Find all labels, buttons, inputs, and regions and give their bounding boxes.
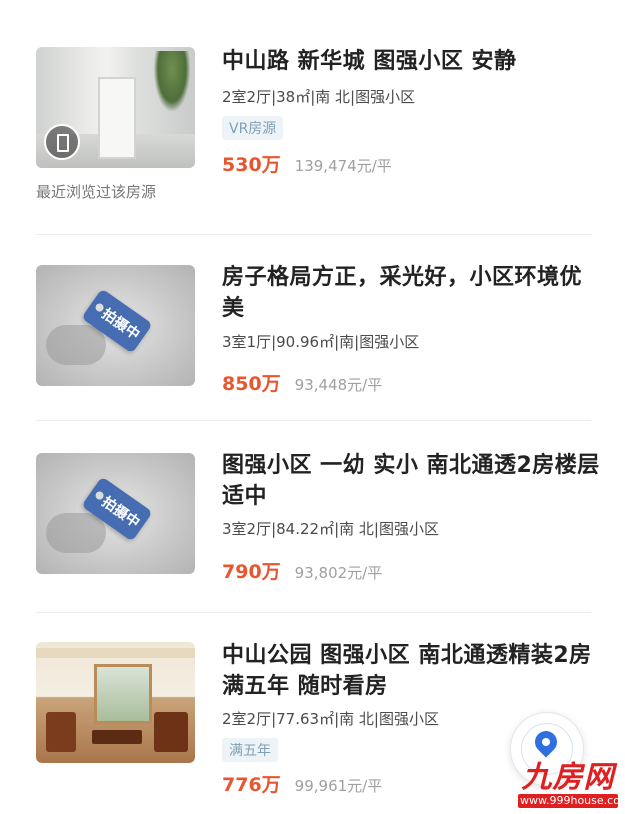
listing-unit-price: 139,474元/平 (294, 157, 392, 175)
listing-price: 776万 (222, 774, 281, 796)
listing-title[interactable]: 中山公园 图强小区 南北通透精装2房 满五年 随时看房 (222, 640, 602, 702)
listing-thumbnail[interactable]: 拍摄中 (36, 453, 195, 574)
listing-feed: 中山路 新华城 图强小区 安静 2室2厅|38㎡|南 北|图强小区 VR房源 5… (0, 0, 625, 814)
listing-thumbnail[interactable] (36, 642, 195, 763)
listing-title[interactable]: 中山路 新华城 图强小区 安静 (222, 46, 602, 77)
recently-viewed-label: 最近浏览过该房源 (36, 183, 157, 201)
door-shape (98, 77, 136, 159)
window-shape (94, 664, 152, 724)
listing-card[interactable]: 拍摄中 房子格局方正，采光好，小区环境优美 3室1厅|90.96㎡|南|图强小区… (0, 240, 625, 420)
five-years-tag: 满五年 (222, 738, 278, 762)
listing-unit-price: 93,448元/平 (294, 376, 383, 394)
vr-icon[interactable] (44, 124, 80, 160)
watermark-logo: 九房网 (521, 760, 615, 795)
listing-meta: 2室2厅|38㎡|南 北|图强小区 (222, 88, 416, 106)
listing-title[interactable]: 图强小区 一幼 实小 南北通透2房楼层适中 (222, 450, 602, 512)
listing-thumbnail[interactable] (36, 47, 195, 168)
ceiling-strip-shape (36, 648, 195, 658)
divider (36, 612, 591, 613)
listing-unit-price: 93,802元/平 (294, 564, 383, 582)
listing-card[interactable]: 拍摄中 图强小区 一幼 实小 南北通透2房楼层适中 3室2厅|84.22㎡|南 … (0, 426, 625, 606)
listing-meta: 2室2厅|77.63㎡|南 北|图强小区 (222, 710, 439, 728)
blurred-shape (46, 325, 106, 365)
sofa-shape (154, 712, 188, 752)
listing-title[interactable]: 房子格局方正，采光好，小区环境优美 (222, 262, 602, 324)
vr-tag: VR房源 (222, 116, 284, 140)
listing-meta: 3室1厅|90.96㎡|南|图强小区 (222, 333, 420, 351)
listing-price: 530万 (222, 154, 281, 176)
table-shape (92, 730, 142, 744)
plant-shape (154, 51, 190, 111)
watermark-site: www.999house.com (518, 794, 625, 808)
listing-meta: 3室2厅|84.22㎡|南 北|图强小区 (222, 520, 439, 538)
blurred-shape (46, 513, 106, 553)
listing-thumbnail[interactable]: 拍摄中 (36, 265, 195, 386)
listing-price: 850万 (222, 373, 281, 395)
sofa-shape (46, 712, 76, 752)
divider (36, 420, 591, 421)
listing-price-row: 790万 93,802元/平 (222, 557, 382, 584)
listing-price: 790万 (222, 561, 281, 583)
listing-price-row: 850万 93,448元/平 (222, 369, 382, 396)
listing-price-row: 776万 99,961元/平 (222, 770, 382, 797)
listing-price-row: 530万 139,474元/平 (222, 150, 392, 177)
listing-unit-price: 99,961元/平 (294, 777, 383, 795)
divider (36, 234, 591, 235)
watermark: 九房网 www.999house.com (518, 760, 625, 810)
